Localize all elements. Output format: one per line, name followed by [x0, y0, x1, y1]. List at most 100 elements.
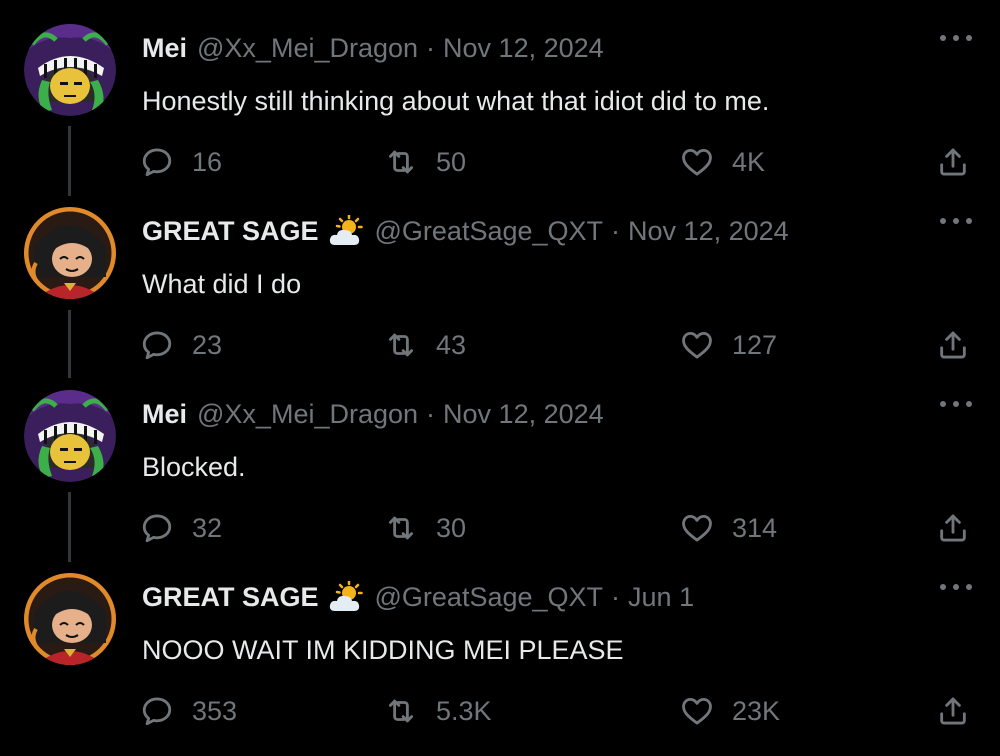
reply-count: 353: [192, 695, 238, 726]
reply-count: 32: [192, 512, 223, 543]
timestamp[interactable]: Nov 12, 2024: [443, 33, 604, 63]
retweet-count: 5.3K: [436, 695, 492, 726]
retweet-count: 50: [436, 146, 467, 177]
separator-dot: ·: [426, 33, 436, 63]
share-upload-icon: [936, 145, 970, 179]
more-dot: [940, 218, 946, 224]
more-options-button[interactable]: [940, 28, 972, 48]
more-dot: [966, 218, 972, 224]
sun-behind-cloud-icon: [329, 581, 365, 613]
like-button[interactable]: 23K: [680, 691, 780, 731]
mei-avatar-image: [24, 390, 116, 482]
action-bar: 23 43 127: [140, 325, 970, 365]
more-dot: [940, 401, 946, 407]
tweet-header: GREAT SAGE @GreatSage_QXT · Jun 1: [142, 581, 694, 613]
share-upload-icon: [936, 328, 970, 362]
share-button[interactable]: [936, 325, 970, 365]
like-count: 127: [732, 329, 778, 360]
mei-avatar-image: [24, 24, 116, 116]
share-upload-icon: [936, 694, 970, 728]
separator-dot: ·: [611, 582, 621, 612]
like-button[interactable]: 314: [680, 508, 777, 548]
more-dot: [953, 401, 959, 407]
reply-button[interactable]: 16: [140, 142, 222, 182]
share-button[interactable]: [936, 691, 970, 731]
like-count: 314: [732, 512, 778, 543]
handle[interactable]: @GreatSage_QXT: [375, 216, 604, 246]
reply-count: 23: [192, 329, 223, 360]
retweet-count: 30: [436, 512, 467, 543]
avatar[interactable]: [24, 207, 116, 299]
retweet-arrows-icon: [384, 511, 418, 545]
separator-dot: ·: [611, 216, 621, 246]
tweet[interactable]: Mei @Xx_Mei_Dragon · Nov 12, 2024 Honestly…: [0, 24, 1000, 207]
avatar[interactable]: [24, 390, 116, 482]
retweet-arrows-icon: [384, 328, 418, 362]
retweet-button[interactable]: 50: [384, 142, 466, 182]
great-sage-avatar-image: [24, 207, 116, 299]
heart-icon: [680, 145, 714, 179]
tweet[interactable]: GREAT SAGE @GreatSage_QXT · Nov 12, 2024 W…: [0, 207, 1000, 390]
tweet-header: Mei @Xx_Mei_Dragon · Nov 12, 2024: [142, 398, 604, 430]
display-name[interactable]: GREAT SAGE: [142, 581, 319, 613]
reply-button[interactable]: 32: [140, 508, 222, 548]
like-button[interactable]: 127: [680, 325, 777, 365]
timestamp[interactable]: Jun 1: [628, 582, 694, 612]
avatar[interactable]: [24, 24, 116, 116]
speech-bubble-icon: [140, 145, 174, 179]
tweet-text: Honestly still thinking about what that …: [142, 86, 770, 116]
tweet-header: Mei @Xx_Mei_Dragon · Nov 12, 2024: [142, 32, 604, 64]
handle[interactable]: @Xx_Mei_Dragon: [197, 33, 418, 63]
display-name[interactable]: Mei: [142, 32, 187, 64]
like-button[interactable]: 4K: [680, 142, 765, 182]
great-sage-avatar-image: [24, 573, 116, 665]
tweet-header: GREAT SAGE @GreatSage_QXT · Nov 12, 2024: [142, 215, 789, 247]
more-dot: [953, 35, 959, 41]
more-options-button[interactable]: [940, 577, 972, 597]
tweet-text: What did I do: [142, 269, 302, 299]
heart-icon: [680, 328, 714, 362]
sun-behind-cloud-icon: [329, 215, 365, 247]
retweet-count: 43: [436, 329, 467, 360]
share-button[interactable]: [936, 508, 970, 548]
tweet-meta: @Xx_Mei_Dragon · Nov 12, 2024: [197, 32, 604, 64]
speech-bubble-icon: [140, 511, 174, 545]
heart-icon: [680, 694, 714, 728]
more-options-button[interactable]: [940, 211, 972, 231]
tweet-meta: @GreatSage_QXT · Jun 1: [375, 581, 695, 613]
more-dot: [966, 584, 972, 590]
retweet-button[interactable]: 5.3K: [384, 691, 492, 731]
retweet-button[interactable]: 30: [384, 508, 466, 548]
timestamp[interactable]: Nov 12, 2024: [443, 399, 604, 429]
handle[interactable]: @Xx_Mei_Dragon: [197, 399, 418, 429]
speech-bubble-icon: [140, 694, 174, 728]
display-name[interactable]: Mei: [142, 398, 187, 430]
more-dot: [953, 584, 959, 590]
like-count: 23K: [732, 695, 781, 726]
retweet-arrows-icon: [384, 694, 418, 728]
action-bar: 353 5.3K 23K: [140, 691, 970, 731]
more-dot: [953, 218, 959, 224]
tweet-meta: @Xx_Mei_Dragon · Nov 12, 2024: [197, 398, 604, 430]
speech-bubble-icon: [140, 328, 174, 362]
tweet[interactable]: Mei @Xx_Mei_Dragon · Nov 12, 2024 Blocked.…: [0, 390, 1000, 573]
reply-button[interactable]: 23: [140, 325, 222, 365]
retweet-button[interactable]: 43: [384, 325, 466, 365]
share-button[interactable]: [936, 142, 970, 182]
tweet-meta: @GreatSage_QXT · Nov 12, 2024: [375, 215, 789, 247]
more-dot: [940, 584, 946, 590]
display-name[interactable]: GREAT SAGE: [142, 215, 319, 247]
more-options-button[interactable]: [940, 394, 972, 414]
more-dot: [966, 401, 972, 407]
like-count: 4K: [732, 146, 766, 177]
avatar[interactable]: [24, 573, 116, 665]
tweet-text: NOOO WAIT IM KIDDING MEI PLEASE: [142, 635, 624, 665]
tweet[interactable]: GREAT SAGE @GreatSage_QXT · Jun 1 NOOO WAI…: [0, 573, 1000, 756]
tweet-text: Blocked.: [142, 452, 246, 482]
timestamp[interactable]: Nov 12, 2024: [628, 216, 789, 246]
heart-icon: [680, 511, 714, 545]
more-dot: [940, 35, 946, 41]
action-bar: 32 30 314: [140, 508, 970, 548]
reply-button[interactable]: 353: [140, 691, 237, 731]
handle[interactable]: @GreatSage_QXT: [375, 582, 604, 612]
